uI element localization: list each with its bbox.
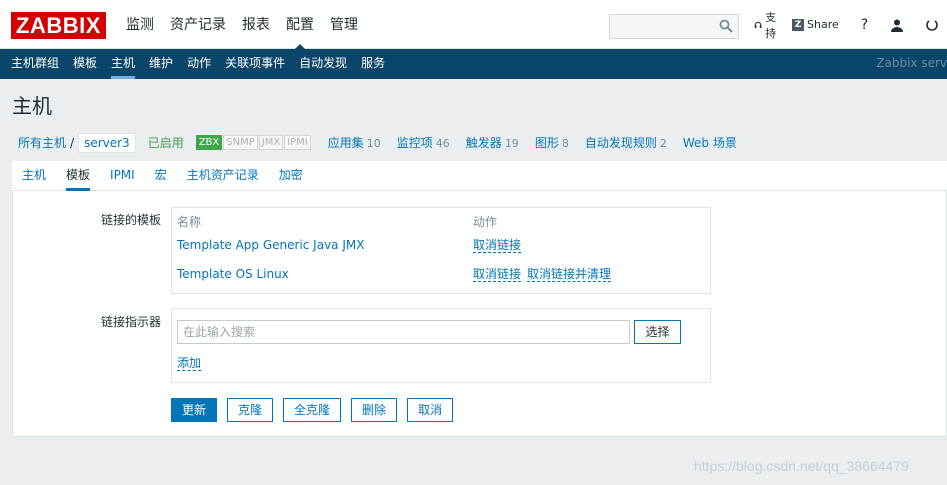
zbx-badge: ZBX [195, 135, 223, 150]
graphs-link[interactable]: 图形 8 [535, 134, 569, 151]
help-icon[interactable]: ? [861, 17, 868, 33]
column-header-action: 动作 [473, 215, 498, 229]
submenu-host-groups[interactable]: 主机群组 [4, 49, 66, 79]
delete-button[interactable]: 删除 [351, 398, 398, 422]
unlink-and-clear-button[interactable]: 取消链接并清理 [527, 267, 612, 282]
page-title: 主机 [12, 94, 52, 118]
tab-macros[interactable]: 宏 [145, 161, 177, 190]
cancel-button[interactable]: 取消 [407, 398, 454, 422]
tab-encryption[interactable]: 加密 [269, 161, 313, 190]
host-status[interactable]: 已启用 [148, 134, 184, 151]
menu-configuration[interactable]: 配置 [278, 0, 322, 50]
watermark: https://blog.csdn.net/qq_38664479 [694, 458, 909, 474]
share-icon: Z [792, 18, 804, 31]
triggers-link[interactable]: 触发器 19 [466, 134, 519, 151]
user-profile-icon[interactable] [890, 18, 907, 32]
submenu-discovery[interactable]: 自动发现 [292, 49, 354, 79]
items-link[interactable]: 监控项 46 [397, 134, 450, 151]
template-link[interactable]: Template OS Linux [177, 267, 289, 281]
main-menu: 监测 资产记录 报表 配置 管理 [118, 0, 366, 50]
submenu-services[interactable]: 服务 [354, 49, 392, 79]
support-link[interactable]: 支持 [754, 9, 780, 41]
update-button[interactable]: 更新 [171, 398, 218, 422]
submenu-maintenance[interactable]: 维护 [142, 49, 180, 79]
template-search-input[interactable]: 在此输入搜索 [177, 320, 630, 344]
tab-ipmi[interactable]: IPMI [100, 161, 145, 190]
unlink-button[interactable]: 取消链接 [473, 267, 522, 282]
select-button[interactable]: 选择 [634, 320, 681, 344]
breadcrumb: 所有主机 / server3 已启用 ZBX SNMP JMX IPMI 应用集… [12, 130, 740, 155]
header-links: 支持 Z Share ? [754, 0, 947, 49]
column-header-name: 名称 [177, 215, 202, 229]
menu-inventory[interactable]: 资产记录 [162, 0, 234, 49]
discovery-rules-link[interactable]: 自动发现规则 2 [585, 134, 667, 151]
applications-link[interactable]: 应用集 10 [328, 134, 381, 151]
sub-menu: 主机群组 模板 主机 维护 动作 关联项事件 自动发现 服务 Zabbix se… [0, 49, 947, 79]
server-name: Zabbix serv [876, 56, 947, 70]
submenu-hosts[interactable]: 主机 [104, 49, 142, 79]
full-clone-button[interactable]: 全克隆 [283, 398, 342, 422]
add-link[interactable]: 添加 [177, 356, 202, 371]
linked-templates-table: 名称 动作 Template App Generic Java JMX 取消链接… [171, 207, 711, 294]
top-header: ZABBIX 监测 资产记录 报表 配置 管理 支持 Z Share ? [0, 0, 947, 50]
tab-host[interactable]: 主机 [12, 161, 56, 190]
search-input[interactable] [609, 14, 739, 39]
tab-templates[interactable]: 模板 [56, 161, 100, 191]
template-link[interactable]: Template App Generic Java JMX [177, 238, 364, 252]
submenu-templates[interactable]: 模板 [66, 49, 104, 79]
availability-badges: ZBX SNMP JMX IPMI [195, 135, 312, 150]
breadcrumb-separator: / [70, 135, 75, 150]
share-label: Share [807, 18, 839, 31]
menu-administration[interactable]: 管理 [322, 0, 366, 49]
host-tabs: 主机 模板 IPMI 宏 主机资产记录 加密 [12, 161, 947, 191]
menu-reports[interactable]: 报表 [234, 0, 278, 49]
submenu-actions[interactable]: 动作 [180, 49, 218, 79]
headset-icon [754, 21, 762, 28]
jmx-badge: JMX [258, 135, 284, 150]
linked-templates-label: 链接的模板 [101, 213, 162, 227]
snmp-badge: SNMP [223, 135, 258, 150]
search-icon[interactable] [719, 19, 733, 33]
web-scenarios-link[interactable]: Web 场景 [683, 134, 740, 151]
breadcrumb-all-hosts[interactable]: 所有主机 [18, 134, 66, 151]
clone-button[interactable]: 克隆 [227, 398, 274, 422]
link-new-templates-label: 链接指示器 [101, 315, 162, 329]
zabbix-logo[interactable]: ZABBIX [11, 12, 106, 39]
breadcrumb-current-host[interactable]: server3 [78, 132, 136, 153]
tab-inventory[interactable]: 主机资产记录 [177, 161, 269, 190]
support-label: 支持 [765, 10, 777, 40]
menu-monitoring[interactable]: 监测 [118, 0, 162, 49]
link-new-templates-box: 在此输入搜索 选择 添加 [171, 308, 711, 383]
form-buttons: 更新 克隆 全克隆 删除 取消 [171, 398, 463, 422]
sign-out-icon[interactable] [925, 18, 942, 32]
unlink-button[interactable]: 取消链接 [473, 238, 522, 253]
ipmi-badge: IPMI [284, 135, 311, 150]
submenu-event-correlation[interactable]: 关联项事件 [218, 49, 292, 79]
share-link[interactable]: Z Share [792, 18, 839, 31]
